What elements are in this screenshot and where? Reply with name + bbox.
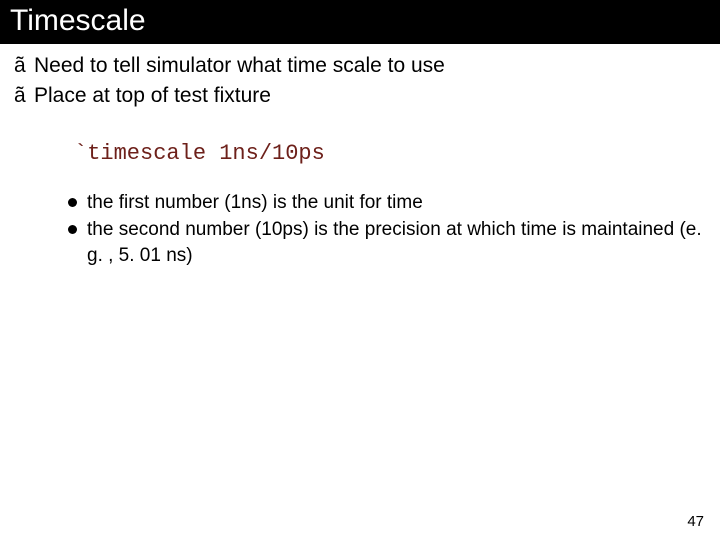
- dot-icon: [68, 225, 77, 234]
- slide-content: ã Need to tell simulator what time scale…: [0, 44, 720, 269]
- slide-title-bar: Timescale: [0, 0, 720, 44]
- bullet-text: Need to tell simulator what time scale t…: [34, 52, 706, 80]
- dot-icon: [68, 198, 77, 207]
- slide-title: Timescale: [10, 4, 146, 37]
- sub-bullet-line: the second number (10ps) is the precisio…: [68, 217, 706, 268]
- sub-bullet-text: the second number (10ps) is the precisio…: [87, 217, 706, 268]
- sub-bullet-list: the first number (1ns) is the unit for t…: [68, 190, 706, 269]
- bullet-glyph: ã: [14, 52, 34, 80]
- code-example: `timescale 1ns/10ps: [74, 141, 706, 166]
- bullet-text: Place at top of test fixture: [34, 82, 706, 110]
- bullet-line: ã Place at top of test fixture: [14, 82, 706, 110]
- sub-bullet-text: the first number (1ns) is the unit for t…: [87, 190, 706, 216]
- page-number: 47: [687, 513, 704, 530]
- bullet-line: ã Need to tell simulator what time scale…: [14, 52, 706, 80]
- sub-bullet-line: the first number (1ns) is the unit for t…: [68, 190, 706, 216]
- bullet-glyph: ã: [14, 82, 34, 110]
